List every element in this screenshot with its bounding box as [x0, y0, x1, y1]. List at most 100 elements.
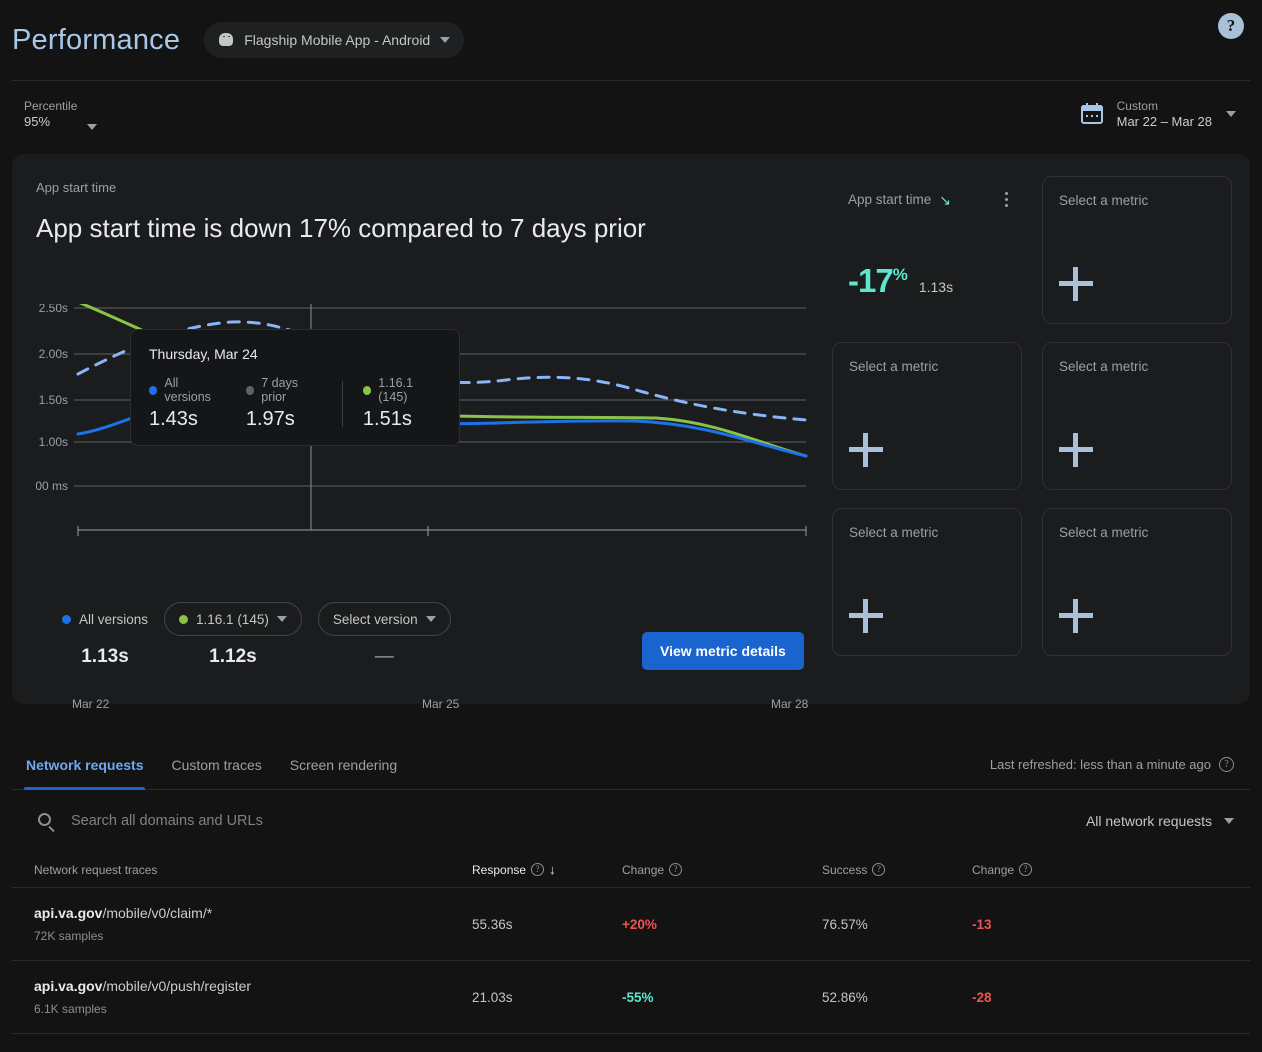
chevron-down-icon: [425, 616, 436, 622]
android-icon: [218, 33, 234, 47]
network-requests-table: Network request traces Response ? ↓ Chan…: [12, 852, 1250, 1034]
last-refreshed-note: Last refreshed: less than a minute ago ?: [990, 757, 1234, 772]
column-header-change-success[interactable]: Change ?: [972, 863, 1092, 877]
date-range-selector[interactable]: Custom Mar 22 – Mar 28: [1080, 98, 1236, 130]
filter-bar: Percentile 95% Custom Mar 22 – Mar 28: [12, 80, 1250, 146]
row-samples: 6.1K samples: [34, 1002, 107, 1016]
metric-card-title: App start time: [848, 192, 932, 207]
plus-icon[interactable]: [849, 599, 883, 633]
tab-bar: Network requests Custom traces Screen re…: [12, 740, 1250, 790]
column-header-traces[interactable]: Network request traces: [12, 863, 472, 877]
row-change-response: -55%: [622, 989, 654, 1005]
page-title: Performance: [12, 23, 181, 56]
plus-icon[interactable]: [1059, 599, 1093, 633]
tooltip-dot-icon: [149, 385, 158, 395]
tooltip-series-value: 1.97s: [245, 408, 295, 430]
metric-card-title: Select a metric: [849, 525, 939, 540]
column-header-change-response[interactable]: Change ?: [622, 863, 822, 877]
chevron-down-icon: [440, 37, 451, 43]
help-circle-icon[interactable]: ?: [1219, 757, 1234, 772]
chart-legend: All versions 1.13s 1.16.1 (145) 1.12s Se…: [62, 602, 451, 668]
x-tick-label: Mar 28: [771, 697, 809, 711]
table-row[interactable]: api.va.gov/mobile/v0/claim/* 72K samples…: [12, 888, 1250, 961]
row-samples: 72K samples: [34, 929, 104, 943]
tooltip-dot-icon: [245, 385, 255, 395]
calendar-icon: [1080, 102, 1103, 125]
plus-icon[interactable]: [1059, 433, 1093, 467]
tooltip-series-7-days-prior: 7 days prior 1.97s: [245, 376, 322, 431]
row-trace-name[interactable]: api.va.gov/mobile/v0/claim/* 72K samples: [12, 905, 472, 943]
metric-card-empty-2[interactable]: Select a metric: [832, 342, 1022, 490]
help-circle-icon[interactable]: ?: [669, 863, 683, 876]
metric-card-empty-4[interactable]: Select a metric: [832, 508, 1022, 656]
metric-card-title: Select a metric: [849, 359, 939, 374]
select-version-chip[interactable]: Select version: [317, 602, 451, 636]
legend-dot-icon: [179, 614, 189, 624]
svg-text:1.00s: 1.00s: [39, 435, 68, 449]
row-success: 52.86%: [822, 989, 868, 1005]
legend-value: 1.13s: [81, 646, 129, 667]
legend-item-version-selected[interactable]: 1.16.1 (145) 1.12s: [164, 602, 302, 668]
date-range-label: Custom: [1116, 98, 1158, 113]
hero-metric-card: App start time App start time is down 17…: [12, 154, 1250, 711]
app-selector-label: Flagship Mobile App - Android: [244, 32, 431, 48]
column-header-response[interactable]: Response ? ↓: [472, 862, 622, 877]
metric-card-empty-1[interactable]: Select a metric: [1042, 176, 1232, 324]
tooltip-series-value: 1.43s: [149, 408, 198, 430]
search-input[interactable]: [71, 813, 551, 829]
tab-screen-rendering[interactable]: Screen rendering: [276, 740, 411, 790]
chevron-down-icon: [276, 616, 287, 622]
row-change-success: -28: [972, 989, 992, 1005]
tooltip-series-label: 1.16.1 (145): [378, 376, 414, 404]
hero-headline: App start time is down 17% compared to 7…: [36, 213, 646, 243]
percentile-label: Percentile: [24, 98, 78, 113]
x-tick-label: Mar 22: [72, 697, 110, 711]
row-change-response: +20%: [622, 916, 657, 932]
legend-value: 1.12s: [209, 646, 257, 667]
view-metric-details-button[interactable]: View metric details: [642, 632, 804, 670]
svg-text:1.50s: 1.50s: [39, 393, 68, 407]
version-chip[interactable]: 1.16.1 (145): [164, 602, 302, 636]
search-box[interactable]: [12, 812, 1250, 832]
help-circle-icon[interactable]: ?: [1019, 863, 1033, 876]
table-row[interactable]: api.va.gov/mobile/v0/push/register 6.1K …: [12, 961, 1250, 1034]
tab-network-requests[interactable]: Network requests: [12, 740, 157, 790]
tooltip-series-value: 1.51s: [362, 408, 412, 430]
plus-icon[interactable]: [849, 433, 883, 467]
app-selector-chip[interactable]: Flagship Mobile App - Android: [204, 22, 465, 58]
metric-card-subvalue: 1.13s: [918, 279, 954, 295]
chevron-down-icon: [87, 123, 98, 130]
help-circle-icon[interactable]: ?: [531, 863, 545, 876]
row-trace-name[interactable]: api.va.gov/mobile/v0/push/register 6.1K …: [12, 978, 472, 1016]
metric-card-grid: App start time ↘ -17% 1.13s Select a met…: [832, 176, 1232, 656]
tooltip-dot-icon: [362, 385, 372, 395]
help-circle-icon[interactable]: ?: [872, 863, 886, 876]
tooltip-divider: [341, 380, 343, 427]
percentile-value: 95%: [24, 113, 51, 129]
metric-card-empty-5[interactable]: Select a metric: [1042, 508, 1232, 656]
metric-card-title: Select a metric: [1059, 193, 1149, 208]
percentile-selector[interactable]: Percentile 95%: [12, 98, 98, 130]
help-icon[interactable]: ?: [1218, 13, 1244, 39]
chevron-down-icon: [1224, 818, 1234, 824]
legend-item-select-version[interactable]: Select version —: [317, 602, 451, 668]
network-request-filter-select[interactable]: All network requests: [1086, 813, 1234, 829]
metric-card-menu-button[interactable]: [1005, 192, 1008, 210]
chevron-down-icon: [1226, 110, 1236, 117]
table-header-row: Network request traces Response ? ↓ Chan…: [12, 852, 1250, 888]
chart-y-axis-labels: 2.50s 2.00s 1.50s 1.00s 500 ms: [36, 304, 68, 493]
plus-icon[interactable]: [1059, 267, 1093, 301]
legend-item-all-versions: All versions 1.13s: [62, 602, 148, 668]
column-header-success[interactable]: Success ?: [822, 863, 972, 877]
legend-label: All versions: [79, 611, 149, 627]
metric-card-app-start-time[interactable]: App start time ↘ -17% 1.13s: [832, 176, 1022, 324]
metric-card-empty-3[interactable]: Select a metric: [1042, 342, 1232, 490]
row-url: api.va.gov/mobile/v0/claim/*: [34, 905, 213, 921]
date-range-value: Mar 22 – Mar 28: [1116, 113, 1212, 129]
svg-text:500 ms: 500 ms: [36, 479, 68, 493]
tab-custom-traces[interactable]: Custom traces: [157, 740, 275, 790]
svg-text:2.00s: 2.00s: [39, 347, 68, 361]
hero-metric-label: App start time: [36, 180, 117, 195]
last-refreshed-text: Last refreshed: less than a minute ago: [989, 757, 1211, 772]
chart-x-axis: [77, 526, 807, 536]
